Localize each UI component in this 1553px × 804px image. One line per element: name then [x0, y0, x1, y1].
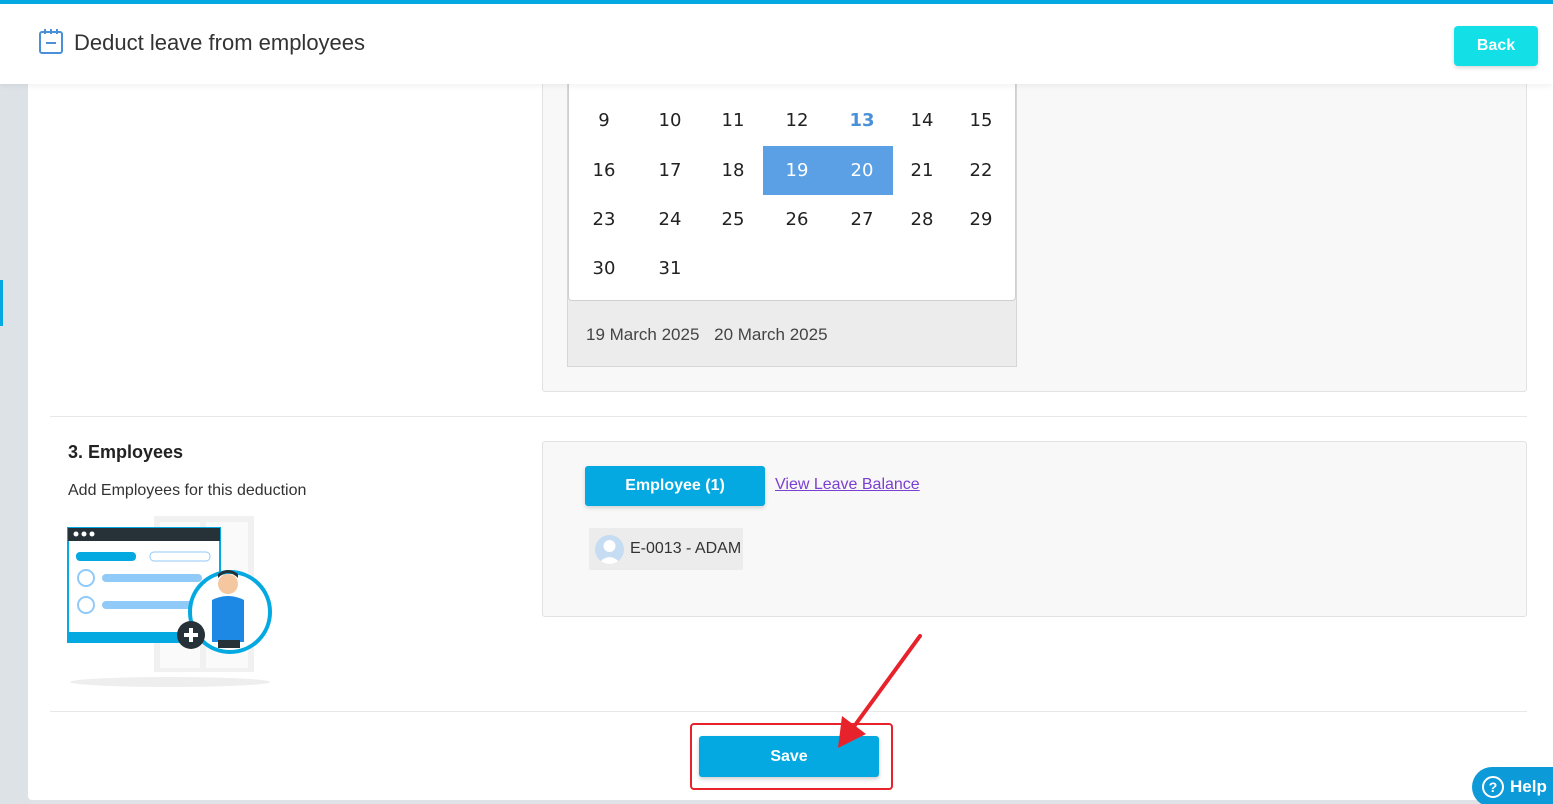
- red-arrow-annotation: [838, 634, 922, 748]
- employee-chip[interactable]: E-0013 - ADAM: [589, 528, 743, 570]
- sidebar-active-indicator: [0, 280, 3, 326]
- calendar-day[interactable]: 29: [951, 195, 1011, 244]
- calendar-day[interactable]: 28: [893, 195, 951, 244]
- selected-date-end: 20 March 2025: [714, 325, 828, 344]
- calendar-grid: 9 10 11 12 13 14 15 16 17 18 19 20 21 22 23 24 25 26 27 28 2…: [568, 60, 1016, 301]
- calendar-day[interactable]: 9: [574, 96, 634, 145]
- employee-select-button[interactable]: Employee (1): [585, 466, 765, 506]
- calendar-minus-icon: [39, 29, 63, 54]
- calendar-day[interactable]: 22: [951, 146, 1011, 195]
- calendar-day[interactable]: 31: [640, 244, 700, 293]
- add-employee-illustration: [67, 516, 272, 687]
- question-circle-icon: ?: [1482, 776, 1504, 798]
- section-title-employees: 3. Employees: [68, 442, 184, 462]
- avatar-icon: [595, 534, 624, 564]
- calendar-day[interactable]: 24: [640, 195, 700, 244]
- view-leave-balance-link[interactable]: View Leave Balance: [775, 476, 920, 494]
- selected-date-start: 19 March 2025: [586, 325, 700, 344]
- calendar-day[interactable]: 17: [640, 146, 700, 195]
- employee-chip-label: E-0013 - ADAM: [630, 540, 742, 557]
- selected-dates: 19 March 2025 20 March 2025: [586, 325, 838, 345]
- calendar-day[interactable]: 15: [951, 96, 1011, 145]
- page-title: Deduct leave from employees: [74, 30, 366, 55]
- calendar-day[interactable]: 14: [893, 96, 951, 145]
- section-divider: [50, 416, 1527, 417]
- calendar-day[interactable]: 11: [703, 96, 763, 145]
- section-divider: [50, 711, 1527, 712]
- page-header: Deduct leave from employees Back: [0, 0, 1553, 84]
- calendar-day[interactable]: 19: [763, 146, 831, 195]
- calendar-day[interactable]: 20: [831, 146, 893, 195]
- calendar-day[interactable]: 12: [763, 96, 831, 145]
- section-description: Add Employees for this deduction: [68, 482, 307, 499]
- back-button[interactable]: Back: [1454, 26, 1538, 66]
- calendar-day[interactable]: 13: [831, 96, 893, 145]
- calendar-day[interactable]: 21: [893, 146, 951, 195]
- calendar-day[interactable]: 18: [703, 146, 763, 195]
- calendar-day[interactable]: 30: [574, 244, 634, 293]
- left-sidebar-strip: [0, 0, 28, 804]
- calendar-day[interactable]: 10: [640, 96, 700, 145]
- calendar-day[interactable]: 26: [763, 195, 831, 244]
- calendar-day[interactable]: 27: [831, 195, 893, 244]
- help-label: Help: [1510, 777, 1547, 796]
- calendar-day[interactable]: 23: [574, 195, 634, 244]
- calendar-day[interactable]: 16: [574, 146, 634, 195]
- calendar-day[interactable]: 25: [703, 195, 763, 244]
- help-button[interactable]: ? Help: [1472, 767, 1553, 804]
